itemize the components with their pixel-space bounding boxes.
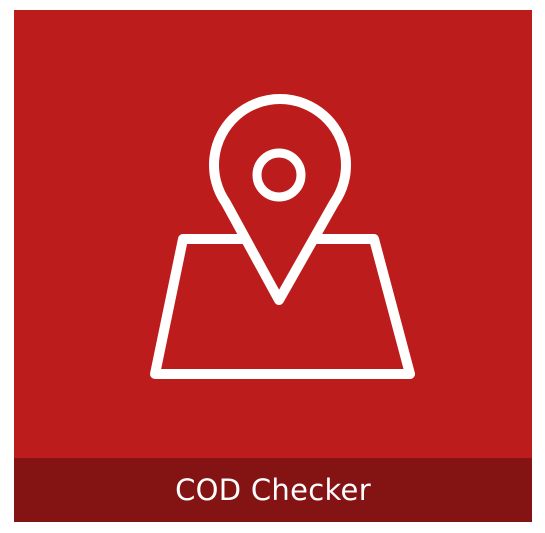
cod-checker-tile[interactable]: COD Checker (14, 10, 532, 522)
tile-footer: COD Checker (14, 458, 532, 522)
tile-label: COD Checker (175, 473, 371, 507)
map-location-pin-icon (14, 10, 532, 460)
